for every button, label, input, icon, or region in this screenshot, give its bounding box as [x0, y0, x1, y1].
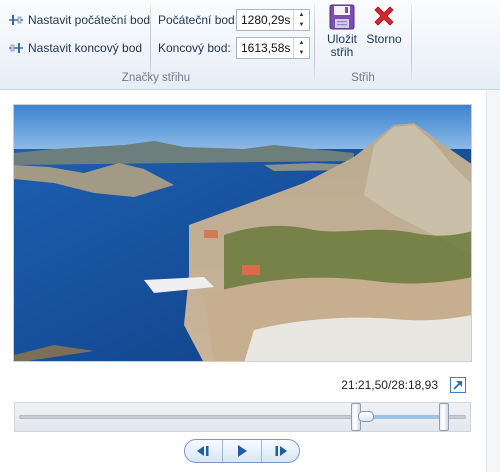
expand-arrow-icon [453, 381, 462, 390]
set-start-point-button[interactable]: Nastavit počáteční bod [8, 10, 150, 30]
start-point-input[interactable] [237, 10, 291, 30]
start-point-spinner-arrows[interactable]: ▲ ▼ [293, 10, 309, 30]
time-readout: 21:21,50/28:18,93 [341, 378, 438, 392]
floppy-disk-icon [329, 4, 355, 30]
trim-group-label: Střih [351, 72, 375, 84]
trim-group: Uložit střih Storno Střih [316, 0, 410, 90]
cancel-button[interactable]: Storno [364, 4, 404, 66]
video-frame-image [14, 105, 471, 361]
end-point-spinner-arrows[interactable]: ▲ ▼ [293, 38, 309, 58]
previous-frame-button[interactable] [185, 440, 224, 462]
next-frame-button[interactable] [262, 440, 299, 462]
end-point-input[interactable] [237, 38, 291, 58]
save-trim-label-line2: střih [330, 45, 354, 59]
set-end-point-label: Nastavit koncový bod [28, 41, 143, 55]
trim-end-handle[interactable] [438, 403, 449, 431]
set-end-point-button[interactable]: Nastavit koncový bod [8, 38, 142, 58]
group-separator-end [411, 4, 412, 84]
spin-down-icon[interactable]: ▼ [294, 20, 309, 30]
previous-frame-icon [196, 446, 209, 456]
spin-up-icon[interactable]: ▲ [294, 10, 309, 20]
expand-preview-button[interactable] [450, 377, 466, 393]
marker-start-icon [8, 13, 24, 27]
trim-timeline[interactable] [14, 402, 471, 432]
vertical-scrollbar[interactable] [486, 91, 500, 472]
spin-down-icon[interactable]: ▼ [294, 48, 309, 58]
group-separator [314, 4, 315, 84]
save-trim-button[interactable]: Uložit střih [322, 4, 362, 66]
video-preview [13, 104, 472, 362]
next-frame-icon [275, 446, 288, 456]
marker-end-icon [8, 41, 24, 55]
set-start-point-label: Nastavit počáteční bod [28, 13, 151, 27]
start-point-spinbox[interactable]: ▲ ▼ [236, 9, 310, 31]
trim-markers-group: Nastavit počáteční bod Nastavit koncový … [0, 0, 312, 90]
playback-controls [184, 439, 300, 463]
cancel-label: Storno [366, 32, 402, 46]
play-icon [237, 445, 247, 457]
ribbon: Nastavit počáteční bod Nastavit koncový … [0, 0, 500, 90]
spin-up-icon[interactable]: ▲ [294, 38, 309, 48]
end-point-label: Koncový bod: [158, 41, 231, 55]
end-point-spinbox[interactable]: ▲ ▼ [236, 37, 310, 59]
trim-markers-group-label: Značky střihu [121, 72, 191, 84]
start-point-label: Počáteční bod: [158, 13, 239, 27]
playhead[interactable] [358, 411, 375, 422]
red-x-icon [374, 6, 394, 26]
play-button[interactable] [223, 440, 262, 462]
